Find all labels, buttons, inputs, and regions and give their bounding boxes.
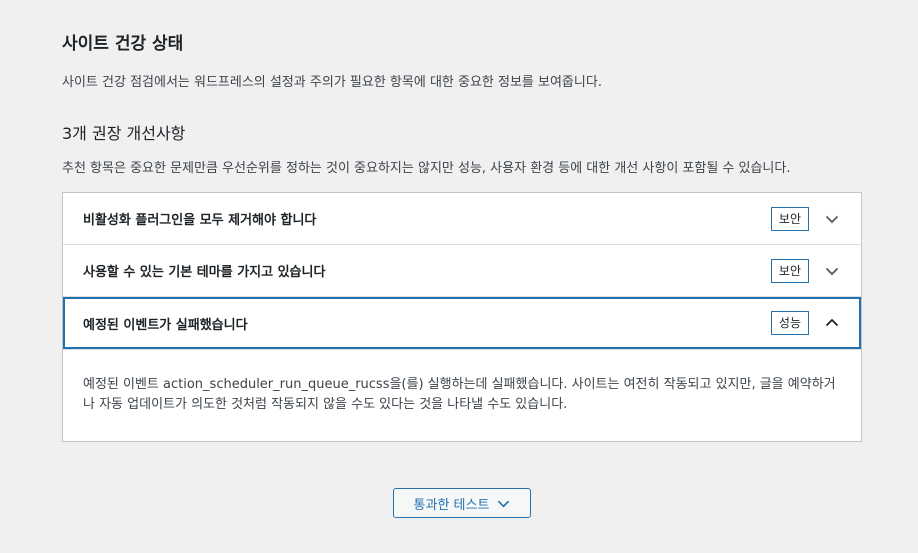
recommended-section-description: 추천 항목은 중요한 문제만큼 우선순위를 정하는 것이 중요하지는 않지만 성… <box>62 161 791 176</box>
category-badge: 보안 <box>770 206 809 231</box>
category-badge: 성능 <box>770 311 809 335</box>
chevron-down-icon <box>823 262 841 280</box>
category-badge: 보안 <box>770 258 809 283</box>
recommendation-title: 사용할 수 있는 기본 테마를 가지고 있습니다 <box>83 265 326 280</box>
recommendation-item: 비활성화 플러그인을 모두 제거해야 합니다 보안 <box>63 193 861 245</box>
recommendation-title: 예정된 이벤트가 실패했습니다 <box>83 317 248 333</box>
recommendations-accordion: 비활성화 플러그인을 모두 제거해야 합니다 보안 사용할 수 있는 기본 테마… <box>62 192 862 442</box>
recommendation-item: 사용할 수 있는 기본 테마를 가지고 있습니다 보안 <box>63 245 861 297</box>
recommendation-toggle-scheduled-event[interactable]: 예정된 이벤트가 실패했습니다 성능 <box>63 297 861 349</box>
passed-tests-label: 통과한 테스트 <box>413 497 490 513</box>
recommendation-item: 예정된 이벤트가 실패했습니다 성능 예정된 이벤트 action_schedu… <box>63 297 861 441</box>
chevron-up-icon <box>823 314 841 332</box>
recommendation-toggle-inactive-plugins[interactable]: 비활성화 플러그인을 모두 제거해야 합니다 보안 <box>63 193 861 244</box>
chevron-down-icon <box>497 497 510 510</box>
chevron-down-icon <box>823 210 841 228</box>
recommendation-title: 비활성화 플러그인을 모두 제거해야 합니다 <box>83 213 317 228</box>
recommended-section-title: 3개 권장 개선사항 <box>62 124 186 143</box>
page-title: 사이트 건강 상태 <box>62 34 184 54</box>
recommendation-toggle-default-theme[interactable]: 사용할 수 있는 기본 테마를 가지고 있습니다 보안 <box>63 245 861 296</box>
page-description: 사이트 건강 점검에서는 워드프레스의 설정과 주의가 필요한 항목에 대한 중… <box>62 75 602 90</box>
recommendation-detail: 예정된 이벤트 action_scheduler_run_queue_rucss… <box>63 349 861 441</box>
passed-tests-button[interactable]: 통과한 테스트 <box>393 488 531 518</box>
